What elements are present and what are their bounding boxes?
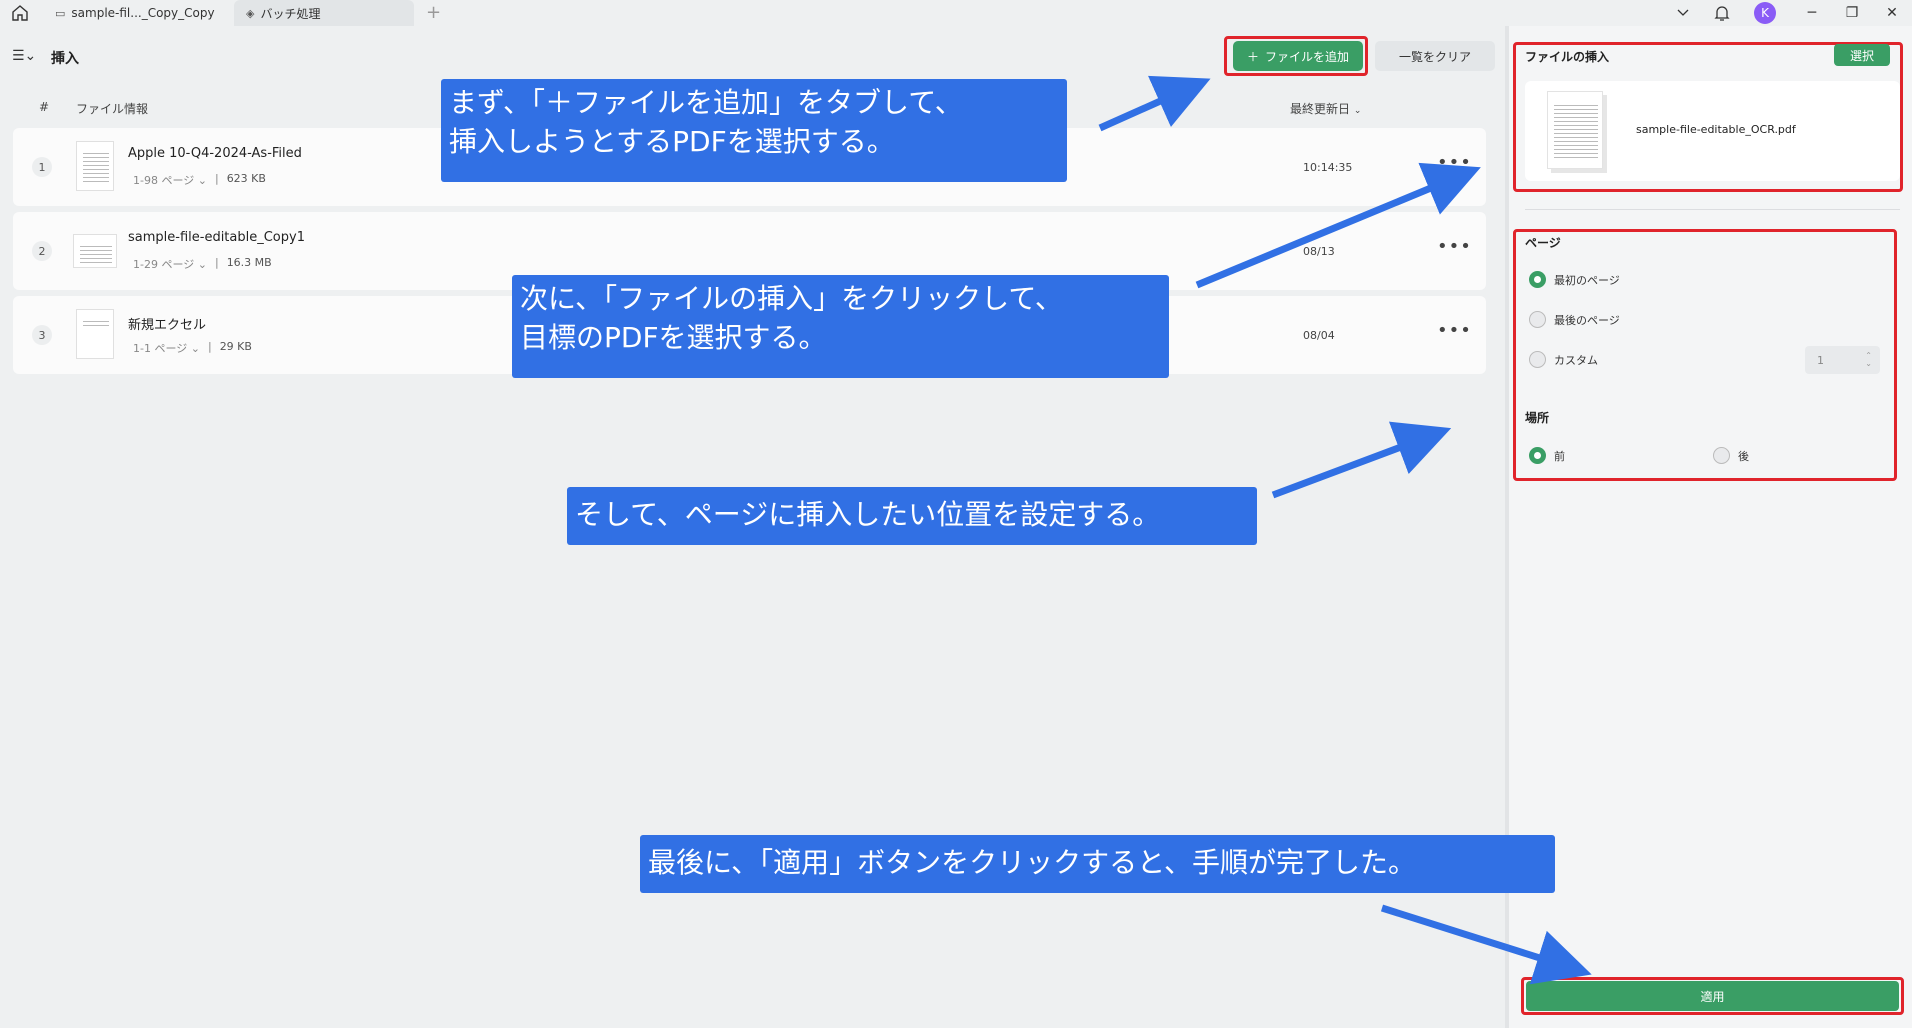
radio-label: カスタム xyxy=(1554,353,1598,367)
radio-label: 最初のページ xyxy=(1554,273,1620,287)
file-name: 新規エクセル xyxy=(128,318,207,333)
file-meta: 1-1 ページ ⌄ | 29 KB xyxy=(133,340,252,356)
row-number: 1 xyxy=(32,157,52,177)
tab-document[interactable]: ▭ sample-fil..._Copy_Copy xyxy=(43,0,230,26)
restore-icon[interactable]: ❐ xyxy=(1832,5,1872,21)
row-number: 3 xyxy=(32,325,52,345)
document-icon: ▭ xyxy=(55,6,66,20)
file-thumbnail xyxy=(76,309,114,359)
home-icon[interactable] xyxy=(10,3,30,23)
column-modified-date[interactable]: 最終更新日 ⌄ xyxy=(1290,100,1361,117)
file-name: Apple 10-Q4-2024-As-Filed xyxy=(128,146,302,161)
radio-last-page[interactable]: 最後のページ xyxy=(1529,311,1620,328)
position-section-label: 場所 xyxy=(1525,411,1550,425)
file-meta: 1-29 ページ ⌄ | 16.3 MB xyxy=(133,256,272,272)
chevron-down-icon: ⌄ xyxy=(1353,106,1362,116)
batch-icon: ◈ xyxy=(246,6,255,20)
page-section-label: ページ xyxy=(1525,236,1561,250)
radio-first-page[interactable]: 最初のページ xyxy=(1529,271,1620,288)
file-size: 29 KB xyxy=(219,340,252,353)
divider xyxy=(1525,209,1900,210)
file-date: 10:14:35 xyxy=(1303,161,1353,174)
more-options-icon[interactable]: ••• xyxy=(1437,152,1472,173)
insert-file-title: ファイルの挿入 xyxy=(1525,50,1610,64)
row-number: 2 xyxy=(32,241,52,261)
callout-step-2: 次に、「ファイルの挿入」をクリックして、 目標のPDFを選択する。 xyxy=(512,275,1169,378)
select-button[interactable]: 選択 xyxy=(1834,44,1890,66)
callout-step-1: まず、「＋ファイルを追加」をタブして、 挿入しようとするPDFを選択する。 xyxy=(441,79,1067,182)
radio-unchecked-icon xyxy=(1529,311,1546,328)
add-tab-button[interactable]: + xyxy=(426,2,441,23)
column-date-label: 最終更新日 xyxy=(1290,102,1351,116)
file-thumbnail xyxy=(76,141,114,191)
radio-unchecked-icon xyxy=(1713,447,1730,464)
callout-step-4: 最後に、「適用」ボタンをクリックすると、手順が完了した。 xyxy=(640,835,1555,893)
clear-list-button[interactable]: 一覧をクリア xyxy=(1375,41,1495,71)
more-options-icon[interactable]: ••• xyxy=(1437,236,1472,257)
radio-custom[interactable]: カスタム xyxy=(1529,351,1598,368)
tab-label: sample-fil..._Copy_Copy xyxy=(71,6,215,20)
more-options-icon[interactable]: ••• xyxy=(1437,320,1472,341)
radio-after[interactable]: 後 xyxy=(1713,447,1749,464)
page-title: 挿入 xyxy=(51,51,79,67)
toolbar: ☰⌄ 挿入 ＋ ファイルを追加 一覧をクリア xyxy=(0,26,1505,84)
file-size: 623 KB xyxy=(226,172,266,185)
file-date: 08/04 xyxy=(1303,329,1335,342)
radio-before[interactable]: 前 xyxy=(1529,447,1565,464)
radio-checked-icon xyxy=(1529,271,1546,288)
file-name: sample-file-editable_Copy1 xyxy=(128,230,305,245)
tab-label: バッチ処理 xyxy=(260,6,321,21)
radio-label: 前 xyxy=(1554,449,1565,463)
page-range[interactable]: 1-29 ページ ⌄ xyxy=(133,256,207,272)
file-meta: 1-98 ページ ⌄ | 623 KB xyxy=(133,172,266,188)
settings-panel: ファイルの挿入 選択 sample-file-editable_OCR.pdf … xyxy=(1509,26,1912,1028)
radio-unchecked-icon xyxy=(1529,351,1546,368)
apply-button[interactable]: 適用 xyxy=(1526,981,1899,1011)
bell-icon[interactable] xyxy=(1714,4,1730,22)
page-range[interactable]: 1-98 ページ ⌄ xyxy=(133,172,207,188)
file-size: 16.3 MB xyxy=(226,256,272,269)
avatar[interactable]: K xyxy=(1754,2,1776,24)
callout-step-3: そして、ページに挿入したい位置を設定する。 xyxy=(567,487,1257,545)
plus-icon: ＋ xyxy=(1246,49,1259,64)
tab-batch[interactable]: ◈ バッチ処理 xyxy=(234,0,414,26)
file-thumbnail xyxy=(73,234,117,268)
title-bar: ▭ sample-fil..._Copy_Copy ◈ バッチ処理 + K ─ … xyxy=(0,0,1912,26)
stepper-arrows-icon[interactable]: ⌃ ⌄ xyxy=(1865,352,1872,368)
minimize-icon[interactable]: ─ xyxy=(1792,5,1832,21)
chevron-down-icon[interactable] xyxy=(1676,5,1690,19)
insert-file-name: sample-file-editable_OCR.pdf xyxy=(1636,123,1796,136)
add-file-button[interactable]: ＋ ファイルを追加 xyxy=(1233,41,1363,71)
radio-label: 後 xyxy=(1738,449,1749,463)
insert-file-card[interactable]: sample-file-editable_OCR.pdf xyxy=(1525,81,1900,181)
column-number: # xyxy=(39,100,50,114)
add-file-label: ファイルを追加 xyxy=(1265,49,1350,64)
menu-icon[interactable]: ☰⌄ xyxy=(12,48,36,64)
radio-checked-icon xyxy=(1529,447,1546,464)
custom-page-stepper[interactable]: 1 ⌃ ⌄ xyxy=(1805,346,1880,374)
close-icon[interactable]: ✕ xyxy=(1872,5,1912,21)
radio-label: 最後のページ xyxy=(1554,313,1620,327)
insert-file-thumbnail xyxy=(1547,91,1603,169)
file-date: 08/13 xyxy=(1303,245,1335,258)
page-range[interactable]: 1-1 ページ ⌄ xyxy=(133,340,200,356)
window-controls: ─ ❐ ✕ xyxy=(1792,0,1912,26)
column-file-info: ファイル情報 xyxy=(76,102,149,116)
